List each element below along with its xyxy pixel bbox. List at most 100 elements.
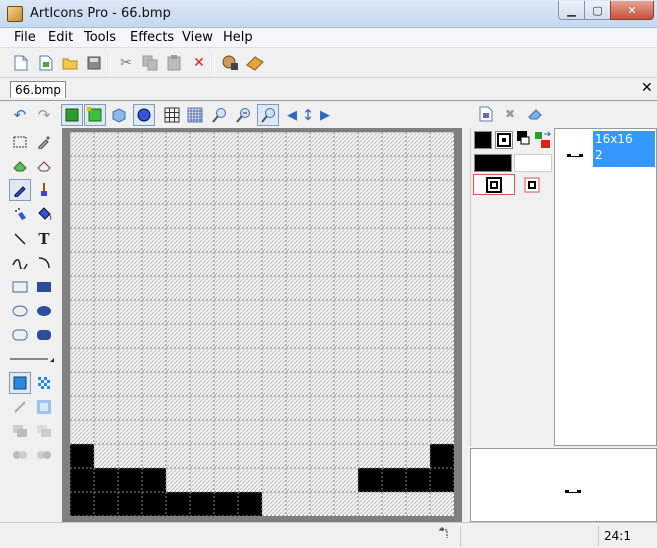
new-format-button[interactable] bbox=[476, 104, 496, 124]
screen-mode-right-button[interactable] bbox=[523, 176, 541, 194]
zoom-in-button[interactable] bbox=[208, 104, 230, 126]
resources-icon bbox=[222, 55, 238, 70]
ellipse-tool[interactable] bbox=[9, 300, 31, 322]
filled-pixel[interactable] bbox=[358, 468, 382, 492]
shadow-tool[interactable] bbox=[9, 420, 31, 442]
line-width-selector[interactable] bbox=[7, 348, 55, 370]
icon-format-item[interactable]: 16x16 2 bbox=[593, 131, 655, 167]
filled-pixel[interactable] bbox=[214, 492, 238, 516]
preview-button[interactable] bbox=[133, 104, 155, 126]
undo-button[interactable]: ↶ bbox=[9, 104, 31, 126]
rounded-rect-tool[interactable] bbox=[9, 324, 31, 346]
close-document-button[interactable]: ✕ bbox=[641, 80, 653, 96]
delete-format-button[interactable]: ✖ bbox=[500, 104, 520, 124]
main-toolbar: ✂ ✕ bbox=[0, 48, 657, 78]
filled-pixel[interactable] bbox=[430, 444, 454, 468]
pixel-canvas[interactable] bbox=[70, 132, 454, 516]
filled-pixel[interactable] bbox=[166, 492, 190, 516]
redo-button[interactable]: ↷ bbox=[33, 104, 55, 126]
filled-pixel[interactable] bbox=[118, 492, 142, 516]
airbrush-tool[interactable] bbox=[9, 203, 31, 225]
filled-pixel[interactable] bbox=[142, 468, 166, 492]
document-tab[interactable]: 66.bmp bbox=[10, 81, 67, 98]
cube-button[interactable] bbox=[107, 104, 129, 126]
maximize-button[interactable]: ▢ bbox=[584, 1, 611, 20]
color-picker-tool[interactable] bbox=[33, 131, 55, 153]
rect-select-tool[interactable] bbox=[9, 131, 31, 153]
right-color-indicator[interactable] bbox=[514, 154, 552, 172]
fine-grid-button[interactable] bbox=[184, 104, 206, 126]
new-from-template-button[interactable] bbox=[37, 54, 55, 72]
swap-colors-small-button[interactable] bbox=[517, 131, 531, 148]
menu-effects[interactable]: Effects bbox=[130, 30, 174, 45]
swap-colors-icon bbox=[535, 131, 552, 148]
filled-pixel[interactable] bbox=[94, 468, 118, 492]
zoom-fit-button[interactable] bbox=[257, 104, 279, 126]
copy-button[interactable] bbox=[141, 54, 159, 72]
resources-button[interactable] bbox=[221, 54, 239, 72]
rectangle-tool[interactable] bbox=[9, 276, 31, 298]
color-primary-swatch[interactable] bbox=[474, 131, 492, 149]
filled-pixel[interactable] bbox=[430, 468, 454, 492]
filled-pixel[interactable] bbox=[118, 468, 142, 492]
cut-button[interactable]: ✂ bbox=[117, 54, 135, 72]
filled-pixel[interactable] bbox=[70, 492, 94, 516]
open-button[interactable] bbox=[61, 54, 79, 72]
menu-edit[interactable]: Edit bbox=[48, 30, 73, 45]
filled-rounded-rect-icon bbox=[37, 330, 51, 340]
filled-pixel[interactable] bbox=[142, 492, 166, 516]
minimize-button[interactable]: ▁ bbox=[558, 1, 585, 20]
menu-tools[interactable]: Tools bbox=[84, 30, 116, 45]
filled-rectangle-tool[interactable] bbox=[33, 276, 55, 298]
green-frame-button[interactable] bbox=[61, 104, 83, 126]
paste-icon bbox=[167, 55, 181, 71]
arc-icon bbox=[38, 257, 50, 269]
curve-tool[interactable] bbox=[9, 252, 31, 274]
cursor-position-icon bbox=[438, 526, 452, 543]
text-tool[interactable]: T bbox=[33, 228, 55, 250]
opaque-mode-tool[interactable] bbox=[9, 372, 31, 394]
filled-pixel[interactable] bbox=[70, 444, 94, 468]
filled-ellipse-tool[interactable] bbox=[33, 300, 55, 322]
arc-tool[interactable] bbox=[33, 252, 55, 274]
filled-pixel[interactable] bbox=[94, 492, 118, 516]
fill-tool[interactable] bbox=[33, 203, 55, 225]
screen-mode-left-button[interactable] bbox=[473, 174, 515, 195]
swap-colors-button[interactable] bbox=[534, 131, 552, 152]
save-button[interactable] bbox=[85, 54, 103, 72]
color-eraser-tool[interactable] bbox=[33, 155, 55, 177]
filled-pixel[interactable] bbox=[238, 492, 262, 516]
zoom-out-button[interactable] bbox=[232, 104, 254, 126]
pencil-tool[interactable] bbox=[9, 179, 31, 201]
close-button[interactable]: ✕ bbox=[610, 1, 654, 20]
smudge-tool[interactable] bbox=[9, 396, 31, 418]
filled-pixel[interactable] bbox=[382, 468, 406, 492]
menu-view[interactable]: View bbox=[182, 30, 213, 45]
help-book-button[interactable] bbox=[246, 54, 264, 72]
stamp-tool[interactable] bbox=[9, 444, 31, 466]
brush-tool[interactable] bbox=[33, 179, 55, 201]
grid-button[interactable] bbox=[161, 104, 183, 126]
move-right-button[interactable]: ▶ bbox=[314, 104, 336, 126]
left-color-indicator[interactable] bbox=[474, 154, 512, 172]
transparent-mode-tool[interactable] bbox=[33, 372, 55, 394]
zoom-out-icon bbox=[236, 108, 250, 123]
pixel-grid[interactable] bbox=[70, 132, 454, 516]
filled-rounded-rect-tool[interactable] bbox=[33, 324, 55, 346]
stamp-alt-tool[interactable] bbox=[33, 444, 55, 466]
green-square-button[interactable] bbox=[84, 104, 106, 126]
filled-pixel[interactable] bbox=[190, 492, 214, 516]
screen-color-button[interactable] bbox=[495, 131, 513, 149]
filled-pixel[interactable] bbox=[406, 468, 430, 492]
filled-pixel[interactable] bbox=[70, 468, 94, 492]
shadow-alt-tool[interactable] bbox=[33, 420, 55, 442]
menu-file[interactable]: File bbox=[14, 30, 36, 45]
paste-button[interactable] bbox=[165, 54, 183, 72]
eraser-format-button[interactable] bbox=[525, 104, 545, 124]
new-button[interactable] bbox=[12, 54, 30, 72]
line-tool[interactable] bbox=[9, 228, 31, 250]
delete-button[interactable]: ✕ bbox=[190, 54, 208, 72]
menu-help[interactable]: Help bbox=[223, 30, 253, 45]
eraser-tool[interactable] bbox=[9, 155, 31, 177]
blur-tool[interactable] bbox=[33, 396, 55, 418]
